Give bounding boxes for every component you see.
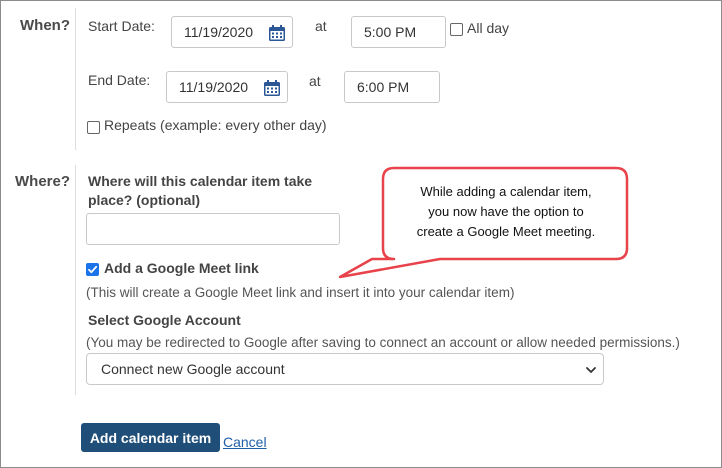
callout-text: While adding a calendar item, you now ha… bbox=[386, 182, 626, 242]
callout-line2: you now have the option to bbox=[428, 204, 584, 219]
callout-line3: create a Google Meet meeting. bbox=[416, 224, 596, 239]
callout-line1: While adding a calendar item, bbox=[420, 184, 592, 199]
